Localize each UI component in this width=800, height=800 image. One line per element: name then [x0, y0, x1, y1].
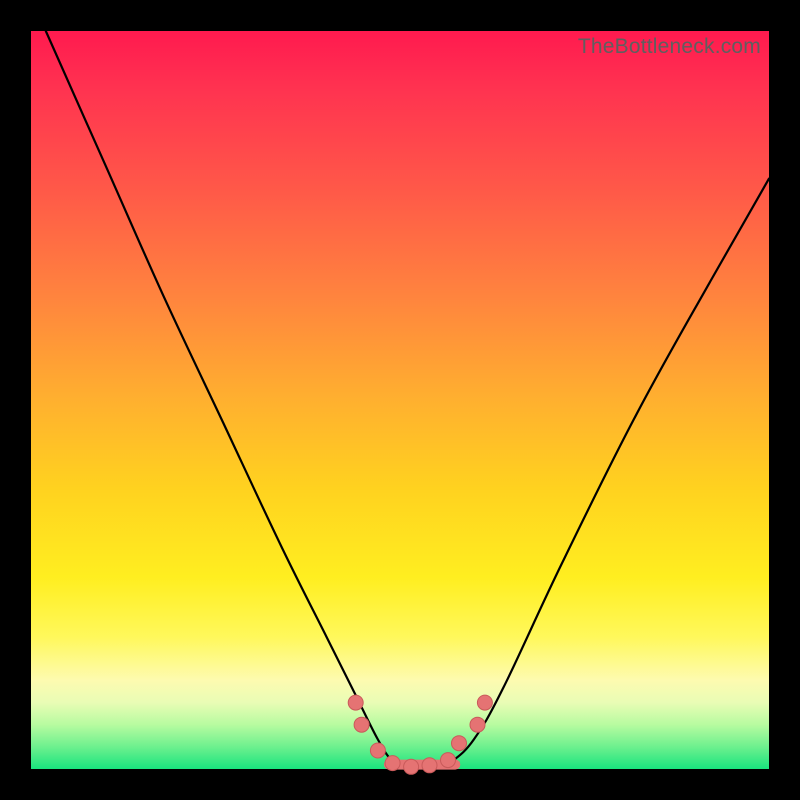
- marker-point: [404, 759, 419, 774]
- marker-point: [370, 743, 385, 758]
- marker-point: [441, 753, 456, 768]
- marker-point: [348, 695, 363, 710]
- curve-group: [46, 31, 769, 774]
- marker-point: [452, 736, 467, 751]
- marker-point: [477, 695, 492, 710]
- marker-point: [422, 758, 437, 773]
- marker-point: [470, 717, 485, 732]
- marker-point: [385, 756, 400, 771]
- marker-point: [354, 717, 369, 732]
- chart-frame: TheBottleneck.com: [0, 0, 800, 800]
- bottleneck-curve: [46, 31, 769, 770]
- bottleneck-chart-svg: [31, 31, 769, 769]
- plot-area: TheBottleneck.com: [31, 31, 769, 769]
